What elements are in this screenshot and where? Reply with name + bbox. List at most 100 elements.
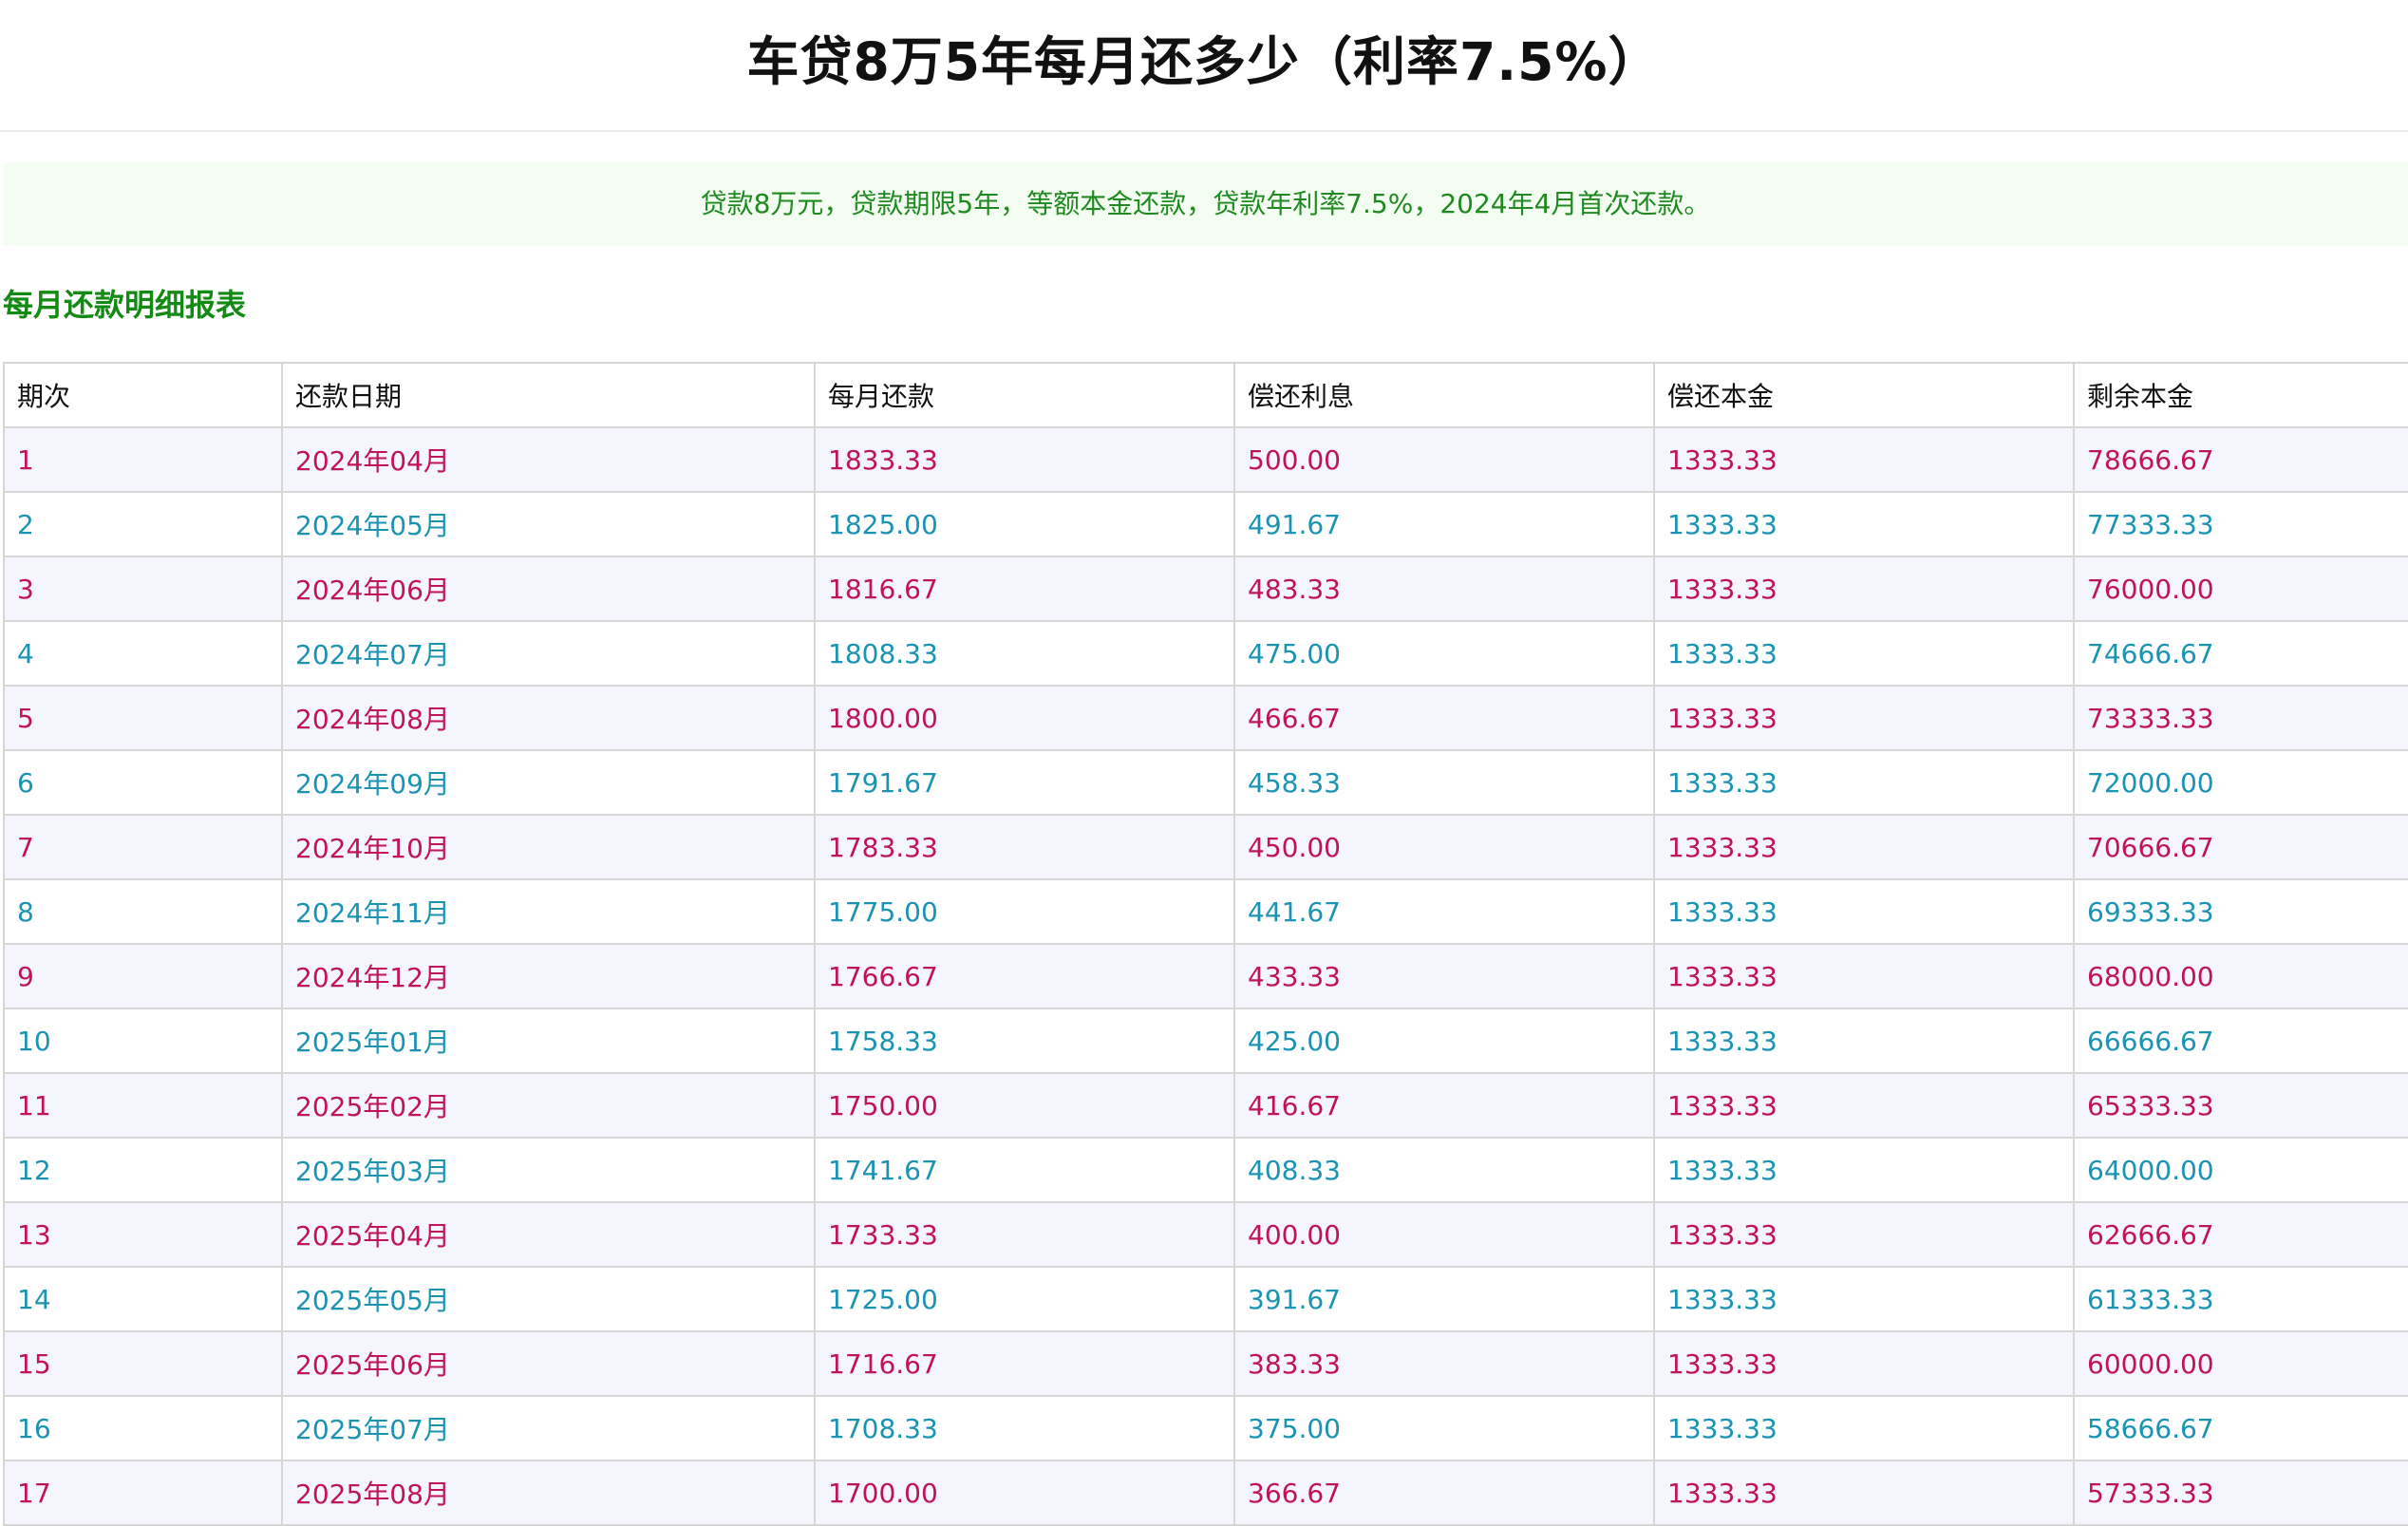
repayment-schedule-table: 期次 还款日期 每月还款 偿还利息 偿还本金 剩余本金 1 2024年04月 183… bbox=[3, 362, 2408, 1526]
cell-interest-paid: 408.33 bbox=[1233, 1137, 1655, 1203]
cell-repayment-date: 2024年08月 bbox=[281, 685, 816, 751]
cell-period: 3 bbox=[3, 556, 283, 622]
cell-monthly-payment: 1783.33 bbox=[814, 814, 1235, 880]
cell-period: 17 bbox=[3, 1460, 283, 1526]
table-row: 2 2024年05月 1825.00 491.67 1333.33 77333.33 bbox=[3, 491, 2408, 557]
cell-repayment-date: 2025年04月 bbox=[281, 1201, 816, 1268]
cell-repayment-date: 2024年12月 bbox=[281, 943, 816, 1009]
cell-remaining-principal: 65333.33 bbox=[2073, 1072, 2408, 1139]
cell-repayment-date: 2025年07月 bbox=[281, 1395, 816, 1461]
cell-repayment-date: 2025年02月 bbox=[281, 1072, 816, 1139]
cell-monthly-payment: 1750.00 bbox=[814, 1072, 1235, 1139]
cell-repayment-date: 2024年06月 bbox=[281, 556, 816, 622]
cell-monthly-payment: 1833.33 bbox=[814, 426, 1235, 493]
cell-interest-paid: 375.00 bbox=[1233, 1395, 1655, 1461]
header-period: 期次 bbox=[3, 362, 283, 428]
cell-period: 10 bbox=[3, 1008, 283, 1074]
table-row: 3 2024年06月 1816.67 483.33 1333.33 76000.00 bbox=[3, 556, 2408, 622]
cell-interest-paid: 500.00 bbox=[1233, 426, 1655, 493]
cell-principal-paid: 1333.33 bbox=[1653, 1072, 2075, 1139]
cell-repayment-date: 2024年05月 bbox=[281, 491, 816, 557]
table-row: 12 2025年03月 1741.67 408.33 1333.33 64000.00 bbox=[3, 1137, 2408, 1203]
cell-principal-paid: 1333.33 bbox=[1653, 1330, 2075, 1397]
cell-monthly-payment: 1708.33 bbox=[814, 1395, 1235, 1461]
header-monthly-payment: 每月还款 bbox=[814, 362, 1235, 428]
cell-interest-paid: 416.67 bbox=[1233, 1072, 1655, 1139]
cell-monthly-payment: 1733.33 bbox=[814, 1201, 1235, 1268]
header-interest-paid: 偿还利息 bbox=[1233, 362, 1655, 428]
table-row: 11 2025年02月 1750.00 416.67 1333.33 65333.33 bbox=[3, 1072, 2408, 1139]
cell-period: 16 bbox=[3, 1395, 283, 1461]
cell-repayment-date: 2024年09月 bbox=[281, 749, 816, 816]
cell-interest-paid: 441.67 bbox=[1233, 878, 1655, 945]
cell-period: 1 bbox=[3, 426, 283, 493]
cell-period: 15 bbox=[3, 1330, 283, 1397]
cell-period: 8 bbox=[3, 878, 283, 945]
cell-repayment-date: 2025年06月 bbox=[281, 1330, 816, 1397]
cell-repayment-date: 2025年05月 bbox=[281, 1266, 816, 1332]
cell-remaining-principal: 72000.00 bbox=[2073, 749, 2408, 816]
cell-period: 9 bbox=[3, 943, 283, 1009]
cell-remaining-principal: 74666.67 bbox=[2073, 620, 2408, 687]
table-header-row: 期次 还款日期 每月还款 偿还利息 偿还本金 剩余本金 bbox=[3, 362, 2408, 428]
cell-monthly-payment: 1800.00 bbox=[814, 685, 1235, 751]
page-header: 车贷8万5年每月还多少（利率7.5%） bbox=[0, 0, 2408, 132]
table-row: 7 2024年10月 1783.33 450.00 1333.33 70666.67 bbox=[3, 814, 2408, 880]
cell-remaining-principal: 57333.33 bbox=[2073, 1460, 2408, 1526]
cell-remaining-principal: 60000.00 bbox=[2073, 1330, 2408, 1397]
section-title: 每月还款明细报表 bbox=[3, 287, 247, 323]
cell-period: 11 bbox=[3, 1072, 283, 1139]
header-principal-paid: 偿还本金 bbox=[1653, 362, 2075, 428]
cell-monthly-payment: 1700.00 bbox=[814, 1460, 1235, 1526]
cell-principal-paid: 1333.33 bbox=[1653, 620, 2075, 687]
cell-interest-paid: 383.33 bbox=[1233, 1330, 1655, 1397]
table-row: 5 2024年08月 1800.00 466.67 1333.33 73333.33 bbox=[3, 685, 2408, 751]
cell-principal-paid: 1333.33 bbox=[1653, 814, 2075, 880]
cell-remaining-principal: 70666.67 bbox=[2073, 814, 2408, 880]
cell-remaining-principal: 64000.00 bbox=[2073, 1137, 2408, 1203]
cell-repayment-date: 2025年08月 bbox=[281, 1460, 816, 1526]
header-repayment-date: 还款日期 bbox=[281, 362, 816, 428]
table-row: 6 2024年09月 1791.67 458.33 1333.33 72000.00 bbox=[3, 749, 2408, 816]
table-row: 1 2024年04月 1833.33 500.00 1333.33 78666.67 bbox=[3, 426, 2408, 493]
cell-remaining-principal: 78666.67 bbox=[2073, 426, 2408, 493]
table-row: 17 2025年08月 1700.00 366.67 1333.33 57333.33 bbox=[3, 1460, 2408, 1526]
header-remaining-principal: 剩余本金 bbox=[2073, 362, 2408, 428]
cell-remaining-principal: 77333.33 bbox=[2073, 491, 2408, 557]
cell-principal-paid: 1333.33 bbox=[1653, 1201, 2075, 1268]
cell-principal-paid: 1333.33 bbox=[1653, 1266, 2075, 1332]
cell-remaining-principal: 69333.33 bbox=[2073, 878, 2408, 945]
cell-monthly-payment: 1808.33 bbox=[814, 620, 1235, 687]
cell-remaining-principal: 76000.00 bbox=[2073, 556, 2408, 622]
cell-interest-paid: 458.33 bbox=[1233, 749, 1655, 816]
cell-repayment-date: 2024年07月 bbox=[281, 620, 816, 687]
cell-interest-paid: 475.00 bbox=[1233, 620, 1655, 687]
cell-period: 4 bbox=[3, 620, 283, 687]
cell-monthly-payment: 1758.33 bbox=[814, 1008, 1235, 1074]
cell-repayment-date: 2024年11月 bbox=[281, 878, 816, 945]
cell-interest-paid: 491.67 bbox=[1233, 491, 1655, 557]
cell-principal-paid: 1333.33 bbox=[1653, 556, 2075, 622]
cell-principal-paid: 1333.33 bbox=[1653, 943, 2075, 1009]
cell-principal-paid: 1333.33 bbox=[1653, 878, 2075, 945]
cell-repayment-date: 2025年03月 bbox=[281, 1137, 816, 1203]
cell-principal-paid: 1333.33 bbox=[1653, 1395, 2075, 1461]
table-row: 8 2024年11月 1775.00 441.67 1333.33 69333.33 bbox=[3, 878, 2408, 945]
cell-monthly-payment: 1741.67 bbox=[814, 1137, 1235, 1203]
loan-summary: 贷款8万元，贷款期限5年，等额本金还款，贷款年利率7.5%，2024年4月首次还… bbox=[3, 162, 2408, 245]
cell-principal-paid: 1333.33 bbox=[1653, 685, 2075, 751]
cell-interest-paid: 425.00 bbox=[1233, 1008, 1655, 1074]
cell-monthly-payment: 1766.67 bbox=[814, 943, 1235, 1009]
cell-period: 14 bbox=[3, 1266, 283, 1332]
cell-interest-paid: 400.00 bbox=[1233, 1201, 1655, 1268]
cell-principal-paid: 1333.33 bbox=[1653, 1460, 2075, 1526]
cell-monthly-payment: 1716.67 bbox=[814, 1330, 1235, 1397]
table-row: 16 2025年07月 1708.33 375.00 1333.33 58666.67 bbox=[3, 1395, 2408, 1461]
cell-repayment-date: 2024年10月 bbox=[281, 814, 816, 880]
cell-interest-paid: 433.33 bbox=[1233, 943, 1655, 1009]
page-title: 车贷8万5年每月还多少（利率7.5%） bbox=[746, 31, 1662, 92]
cell-monthly-payment: 1825.00 bbox=[814, 491, 1235, 557]
cell-period: 5 bbox=[3, 685, 283, 751]
cell-monthly-payment: 1775.00 bbox=[814, 878, 1235, 945]
table-row: 10 2025年01月 1758.33 425.00 1333.33 66666.67 bbox=[3, 1008, 2408, 1074]
